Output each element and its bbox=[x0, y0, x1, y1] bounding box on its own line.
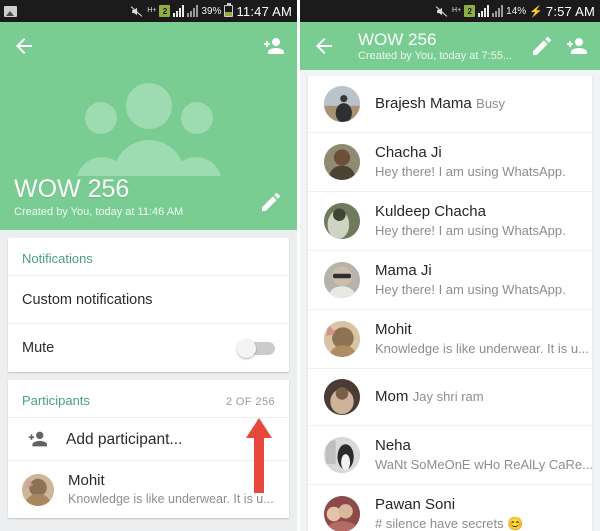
group-hero-header: WOW 256 Created by You, today at 11:46 A… bbox=[0, 70, 297, 230]
left-phone-screen: H+ 2 39% 11:47 AM WOW 256 Created by You… bbox=[0, 0, 300, 531]
list-item[interactable]: Chacha Ji Hey there! I am using WhatsApp… bbox=[308, 133, 592, 192]
group-subtitle: Created by You, today at 11:46 AM bbox=[14, 206, 184, 218]
list-item[interactable]: Mom Jay shri ram bbox=[308, 369, 592, 426]
battery-percent-label: 39% bbox=[201, 5, 222, 17]
add-participant-row[interactable]: Add participant... bbox=[8, 418, 289, 461]
avatar bbox=[324, 496, 360, 531]
avatar bbox=[324, 144, 360, 180]
add-person-icon[interactable] bbox=[564, 34, 588, 58]
contact-status: Hey there! I am using WhatsApp. bbox=[375, 282, 566, 297]
right-toolbar: WOW 256 Created by You, today at 7:55... bbox=[300, 22, 600, 70]
battery-icon bbox=[224, 3, 234, 17]
left-scroll-body: Notifications Custom notifications Mute … bbox=[0, 238, 297, 518]
clock-label: 7:57 AM bbox=[545, 3, 595, 19]
network-type-label: H+ bbox=[147, 7, 157, 14]
avatar bbox=[324, 203, 360, 239]
participant-name: Mohit bbox=[68, 472, 105, 489]
contact-name: Mama Ji bbox=[375, 262, 432, 279]
back-arrow-icon[interactable] bbox=[312, 34, 336, 58]
dual-screenshot: H+ 2 39% 11:47 AM WOW 256 Created by You… bbox=[0, 0, 600, 531]
list-item[interactable]: Neha WaNt SoMeOnE wHo ReAlLy CaRe... bbox=[308, 426, 593, 485]
signal-bars-sim1 bbox=[173, 5, 185, 17]
notifications-header-label: Notifications bbox=[22, 251, 93, 266]
participants-count-label: 2 OF 256 bbox=[225, 396, 275, 408]
mute-icon bbox=[129, 5, 144, 18]
mute-icon bbox=[434, 5, 449, 18]
clock-label: 11:47 AM bbox=[236, 3, 292, 19]
group-title: WOW 256 bbox=[14, 175, 130, 203]
sim-badge: 2 bbox=[464, 5, 476, 17]
custom-notifications-row[interactable]: Custom notifications bbox=[8, 276, 289, 324]
list-item[interactable]: Mama Ji Hey there! I am using WhatsApp. bbox=[308, 251, 592, 310]
mute-row[interactable]: Mute bbox=[8, 324, 289, 372]
list-item[interactable]: Brajesh Mama Busy bbox=[308, 76, 592, 133]
toolbar-titles: WOW 256 Created by You, today at 7:55... bbox=[346, 30, 520, 63]
contact-name: Pawan Soni bbox=[375, 496, 456, 513]
sim-badge: 2 bbox=[159, 5, 171, 17]
avatar bbox=[324, 379, 360, 415]
participants-header-label: Participants bbox=[22, 393, 90, 408]
right-phone-screen: H+ 2 14% ⚡ 7:57 AM WOW 256 Created by Yo… bbox=[300, 0, 600, 531]
list-item[interactable]: Mohit Knowledge is like underwear. It is… bbox=[308, 310, 592, 369]
mute-label: Mute bbox=[22, 340, 55, 356]
mute-toggle[interactable] bbox=[235, 338, 275, 358]
add-person-icon bbox=[22, 428, 52, 450]
participants-card: Participants 2 OF 256 Add participant... bbox=[8, 380, 289, 518]
battery-percent-label: 14% bbox=[506, 5, 527, 17]
contact-status: WaNt SoMeOnE wHo ReAlLy CaRe... bbox=[375, 457, 593, 472]
contact-name: Neha bbox=[375, 437, 411, 454]
contact-name: Mom bbox=[375, 388, 409, 405]
network-type-label: H+ bbox=[452, 7, 462, 14]
contact-name: Kuldeep Chacha bbox=[375, 203, 486, 220]
avatar bbox=[22, 473, 54, 506]
participant-row[interactable]: Mohit Knowledge is like underwear. It is… bbox=[8, 461, 289, 518]
signal-bars-sim2 bbox=[492, 5, 504, 17]
avatar bbox=[324, 262, 360, 298]
signal-bars-sim1 bbox=[478, 5, 490, 17]
charging-bolt-icon: ⚡ bbox=[529, 5, 543, 18]
list-item[interactable]: Pawan Soni # silence have secrets 😊 bbox=[308, 485, 592, 531]
toolbar-subtitle: Created by You, today at 7:55... bbox=[358, 49, 513, 62]
right-status-bar: H+ 2 14% ⚡ 7:57 AM bbox=[300, 0, 600, 22]
contact-status: Knowledge is like underwear. It is u... bbox=[375, 341, 589, 356]
network-type-indicator: H+ bbox=[147, 7, 157, 14]
toolbar-title: WOW 256 bbox=[358, 29, 437, 49]
contact-status: Hey there! I am using WhatsApp. bbox=[375, 164, 566, 179]
contacts-list[interactable]: Brajesh Mama Busy Chacha Ji Hey there! I… bbox=[300, 70, 600, 531]
contact-status: Hey there! I am using WhatsApp. bbox=[375, 223, 566, 238]
contact-name: Brajesh Mama bbox=[375, 95, 472, 112]
contacts-card: Brajesh Mama Busy Chacha Ji Hey there! I… bbox=[308, 76, 593, 531]
add-person-icon[interactable] bbox=[261, 34, 285, 58]
left-toolbar bbox=[0, 22, 297, 70]
group-people-icon bbox=[75, 76, 223, 180]
participant-status: Knowledge is like underwear. It is u... bbox=[68, 492, 274, 506]
back-arrow-icon[interactable] bbox=[12, 34, 36, 58]
custom-notifications-label: Custom notifications bbox=[22, 291, 153, 308]
list-item[interactable]: Kuldeep Chacha Hey there! I am using Wha… bbox=[308, 192, 592, 251]
contact-status: Busy bbox=[476, 96, 506, 111]
signal-bars-sim2 bbox=[187, 5, 199, 17]
pencil-icon[interactable] bbox=[259, 190, 283, 214]
participants-card-header: Participants 2 OF 256 bbox=[8, 380, 289, 418]
contact-name: Mohit bbox=[375, 321, 412, 338]
contact-name: Chacha Ji bbox=[375, 144, 442, 161]
contact-status: Jay shri ram bbox=[412, 389, 484, 404]
add-participant-label: Add participant... bbox=[66, 430, 183, 448]
avatar bbox=[324, 86, 360, 122]
notifications-card: Notifications Custom notifications Mute bbox=[8, 238, 289, 372]
left-status-bar: H+ 2 39% 11:47 AM bbox=[0, 0, 297, 22]
contact-status: # silence have secrets 😊 bbox=[375, 516, 524, 531]
notifications-card-header: Notifications bbox=[8, 238, 289, 276]
avatar bbox=[324, 321, 360, 357]
gallery-icon bbox=[4, 5, 17, 17]
avatar bbox=[324, 437, 360, 473]
network-type-indicator: H+ bbox=[452, 7, 462, 14]
pencil-icon[interactable] bbox=[530, 34, 554, 58]
